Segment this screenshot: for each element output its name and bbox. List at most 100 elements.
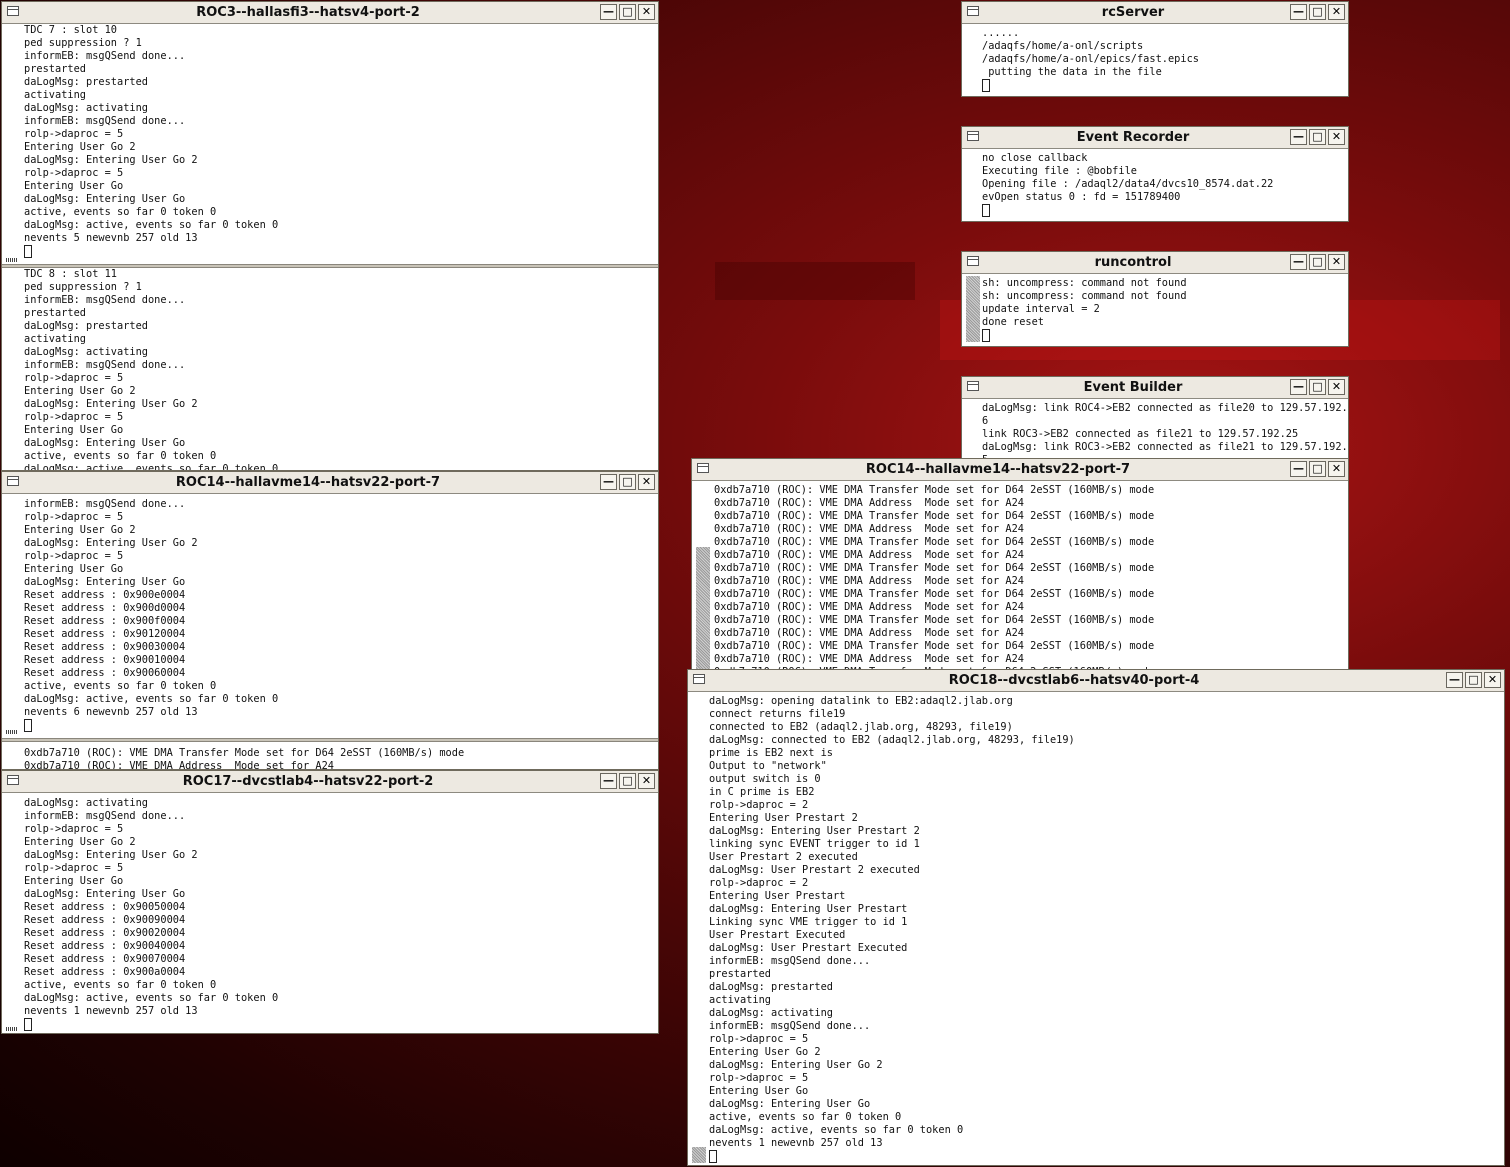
window-titlebar[interactable]: ROC14--hallavme14--hatsv22-port-7 — □ ✕ [2, 472, 658, 494]
roc14-left-window[interactable]: ROC14--hallavme14--hatsv22-port-7 — □ ✕ … [1, 471, 659, 770]
window-title: ROC3--hallasfi3--hatsv4-port-2 [196, 5, 420, 20]
window-menu-icon[interactable] [7, 476, 19, 486]
text-cursor [982, 329, 990, 342]
terminal-pane[interactable]: sh: uncompress: command not found sh: un… [962, 274, 1348, 346]
terminal-pane[interactable]: daLogMsg: activating informEB: msgQSend … [2, 793, 658, 1033]
close-button[interactable]: ✕ [638, 4, 655, 20]
close-button[interactable]: ✕ [638, 474, 655, 490]
window-titlebar[interactable]: ROC18--dvcstlab6--hatsv40-port-4 — □ ✕ [688, 670, 1504, 692]
scrollbar[interactable] [2, 742, 20, 769]
scrollbar[interactable] [692, 481, 710, 669]
window-titlebar[interactable]: ROC17--dvcstlab4--hatsv22-port-2 — □ ✕ [2, 771, 658, 793]
scrollbar[interactable] [2, 24, 20, 264]
minimize-button[interactable]: — [600, 773, 617, 789]
terminal-output: TDC 7 : slot 10 ped suppression ? 1 info… [24, 24, 278, 260]
minimize-button[interactable]: — [1290, 129, 1307, 145]
event-builder-window[interactable]: Event Builder — □ ✕ daLogMsg: link ROC4-… [961, 376, 1349, 460]
close-button[interactable]: ✕ [1328, 379, 1345, 395]
minimize-button[interactable]: — [1446, 672, 1463, 688]
roc17-window[interactable]: ROC17--dvcstlab4--hatsv22-port-2 — □ ✕ d… [1, 770, 659, 1034]
maximize-button[interactable]: □ [1465, 672, 1482, 688]
scroll-grip-icon[interactable] [6, 258, 18, 262]
terminal-pane[interactable]: no close callback Executing file : @bobf… [962, 149, 1348, 221]
minimize-button[interactable]: — [1290, 254, 1307, 270]
window-title: runcontrol [1094, 255, 1172, 270]
minimize-button[interactable]: — [1290, 4, 1307, 20]
window-titlebar[interactable]: ROC3--hallasfi3--hatsv4-port-2 — □ ✕ [2, 2, 658, 24]
scrollbar[interactable] [962, 399, 980, 459]
terminal-pane[interactable]: informEB: msgQSend done... rolp->daproc … [2, 494, 658, 736]
roc3-window[interactable]: ROC3--hallasfi3--hatsv4-port-2 — □ ✕ TDC… [1, 1, 659, 471]
desktop-bg-shape [715, 262, 915, 300]
scrollbar[interactable] [2, 494, 20, 736]
roc18-window[interactable]: ROC18--dvcstlab6--hatsv40-port-4 — □ ✕ d… [687, 669, 1505, 1166]
window-menu-icon[interactable] [693, 674, 705, 684]
close-button[interactable]: ✕ [1484, 672, 1501, 688]
maximize-button[interactable]: □ [1309, 254, 1326, 270]
scroll-grip-icon[interactable] [6, 1027, 18, 1031]
maximize-button[interactable]: □ [1309, 379, 1326, 395]
rcserver-window[interactable]: rcServer — □ ✕ ...... /adaqfs/home/a-onl… [961, 1, 1349, 97]
minimize-button[interactable]: — [1290, 379, 1307, 395]
window-menu-icon[interactable] [967, 256, 979, 266]
close-button[interactable]: ✕ [1328, 129, 1345, 145]
close-button[interactable]: ✕ [638, 773, 655, 789]
scrollbar[interactable] [962, 274, 980, 346]
close-button[interactable]: ✕ [1328, 4, 1345, 20]
minimize-button[interactable]: — [600, 474, 617, 490]
scrollbar[interactable] [2, 793, 20, 1033]
maximize-button[interactable]: □ [619, 474, 636, 490]
terminal-output: ...... /adaqfs/home/a-onl/scripts /adaqf… [982, 27, 1199, 94]
window-menu-icon[interactable] [967, 381, 979, 391]
window-menu-icon[interactable] [7, 775, 19, 785]
window-titlebar[interactable]: Event Recorder — □ ✕ [962, 127, 1348, 149]
scrollbar[interactable] [962, 24, 980, 96]
terminal-pane[interactable]: 0xdb7a710 (ROC): VME DMA Transfer Mode s… [2, 742, 658, 769]
window-menu-icon[interactable] [697, 463, 709, 473]
runcontrol-window[interactable]: runcontrol — □ ✕ sh: uncompress: command… [961, 251, 1349, 347]
window-titlebar[interactable]: runcontrol — □ ✕ [962, 252, 1348, 274]
window-titlebar[interactable]: rcServer — □ ✕ [962, 2, 1348, 24]
scrollbar[interactable] [688, 692, 706, 1165]
window-menu-icon[interactable] [967, 131, 979, 141]
window-menu-icon[interactable] [7, 6, 19, 16]
window-title: ROC17--dvcstlab4--hatsv22-port-2 [182, 774, 434, 789]
scrollbar[interactable] [962, 149, 980, 221]
window-title: ROC18--dvcstlab6--hatsv40-port-4 [948, 673, 1200, 688]
window-title: Event Builder [1083, 380, 1183, 395]
window-title: Event Recorder [1076, 130, 1190, 145]
terminal-pane[interactable]: TDC 8 : slot 11 ped suppression ? 1 info… [2, 268, 658, 470]
terminal-pane[interactable]: 0xdb7a710 (ROC): VME DMA Transfer Mode s… [692, 481, 1348, 669]
text-cursor [24, 1018, 32, 1031]
terminal-pane[interactable]: daLogMsg: opening datalink to EB2:adaql2… [688, 692, 1504, 1165]
window-menu-icon[interactable] [967, 6, 979, 16]
window-title: ROC14--hallavme14--hatsv22-port-7 [865, 462, 1131, 477]
terminal-pane[interactable]: daLogMsg: link ROC4->EB2 connected as fi… [962, 399, 1348, 459]
scroll-grip-icon[interactable] [6, 730, 18, 734]
terminal-output: informEB: msgQSend done... rolp->daproc … [24, 498, 278, 734]
maximize-button[interactable]: □ [619, 4, 636, 20]
close-button[interactable]: ✕ [1328, 461, 1345, 477]
minimize-button[interactable]: — [600, 4, 617, 20]
maximize-button[interactable]: □ [619, 773, 636, 789]
close-button[interactable]: ✕ [1328, 254, 1345, 270]
text-cursor [709, 1150, 717, 1163]
terminal-pane[interactable]: TDC 7 : slot 10 ped suppression ? 1 info… [2, 24, 658, 264]
event-recorder-window[interactable]: Event Recorder — □ ✕ no close callback E… [961, 126, 1349, 222]
scrollbar[interactable] [2, 268, 20, 470]
maximize-button[interactable]: □ [1309, 4, 1326, 20]
maximize-button[interactable]: □ [1309, 461, 1326, 477]
scroll-thumb[interactable] [696, 547, 710, 669]
minimize-button[interactable]: — [1290, 461, 1307, 477]
text-cursor [24, 245, 32, 258]
terminal-pane[interactable]: ...... /adaqfs/home/a-onl/scripts /adaqf… [962, 24, 1348, 96]
text-cursor [982, 204, 990, 217]
window-titlebar[interactable]: Event Builder — □ ✕ [962, 377, 1348, 399]
scroll-thumb[interactable] [692, 1147, 706, 1163]
terminal-output: sh: uncompress: command not found sh: un… [982, 277, 1187, 344]
maximize-button[interactable]: □ [1309, 129, 1326, 145]
scroll-thumb[interactable] [966, 276, 980, 342]
window-titlebar[interactable]: ROC14--hallavme14--hatsv22-port-7 — □ ✕ [692, 459, 1348, 481]
text-cursor [982, 79, 990, 92]
roc14-right-window[interactable]: ROC14--hallavme14--hatsv22-port-7 — □ ✕ … [691, 458, 1349, 670]
